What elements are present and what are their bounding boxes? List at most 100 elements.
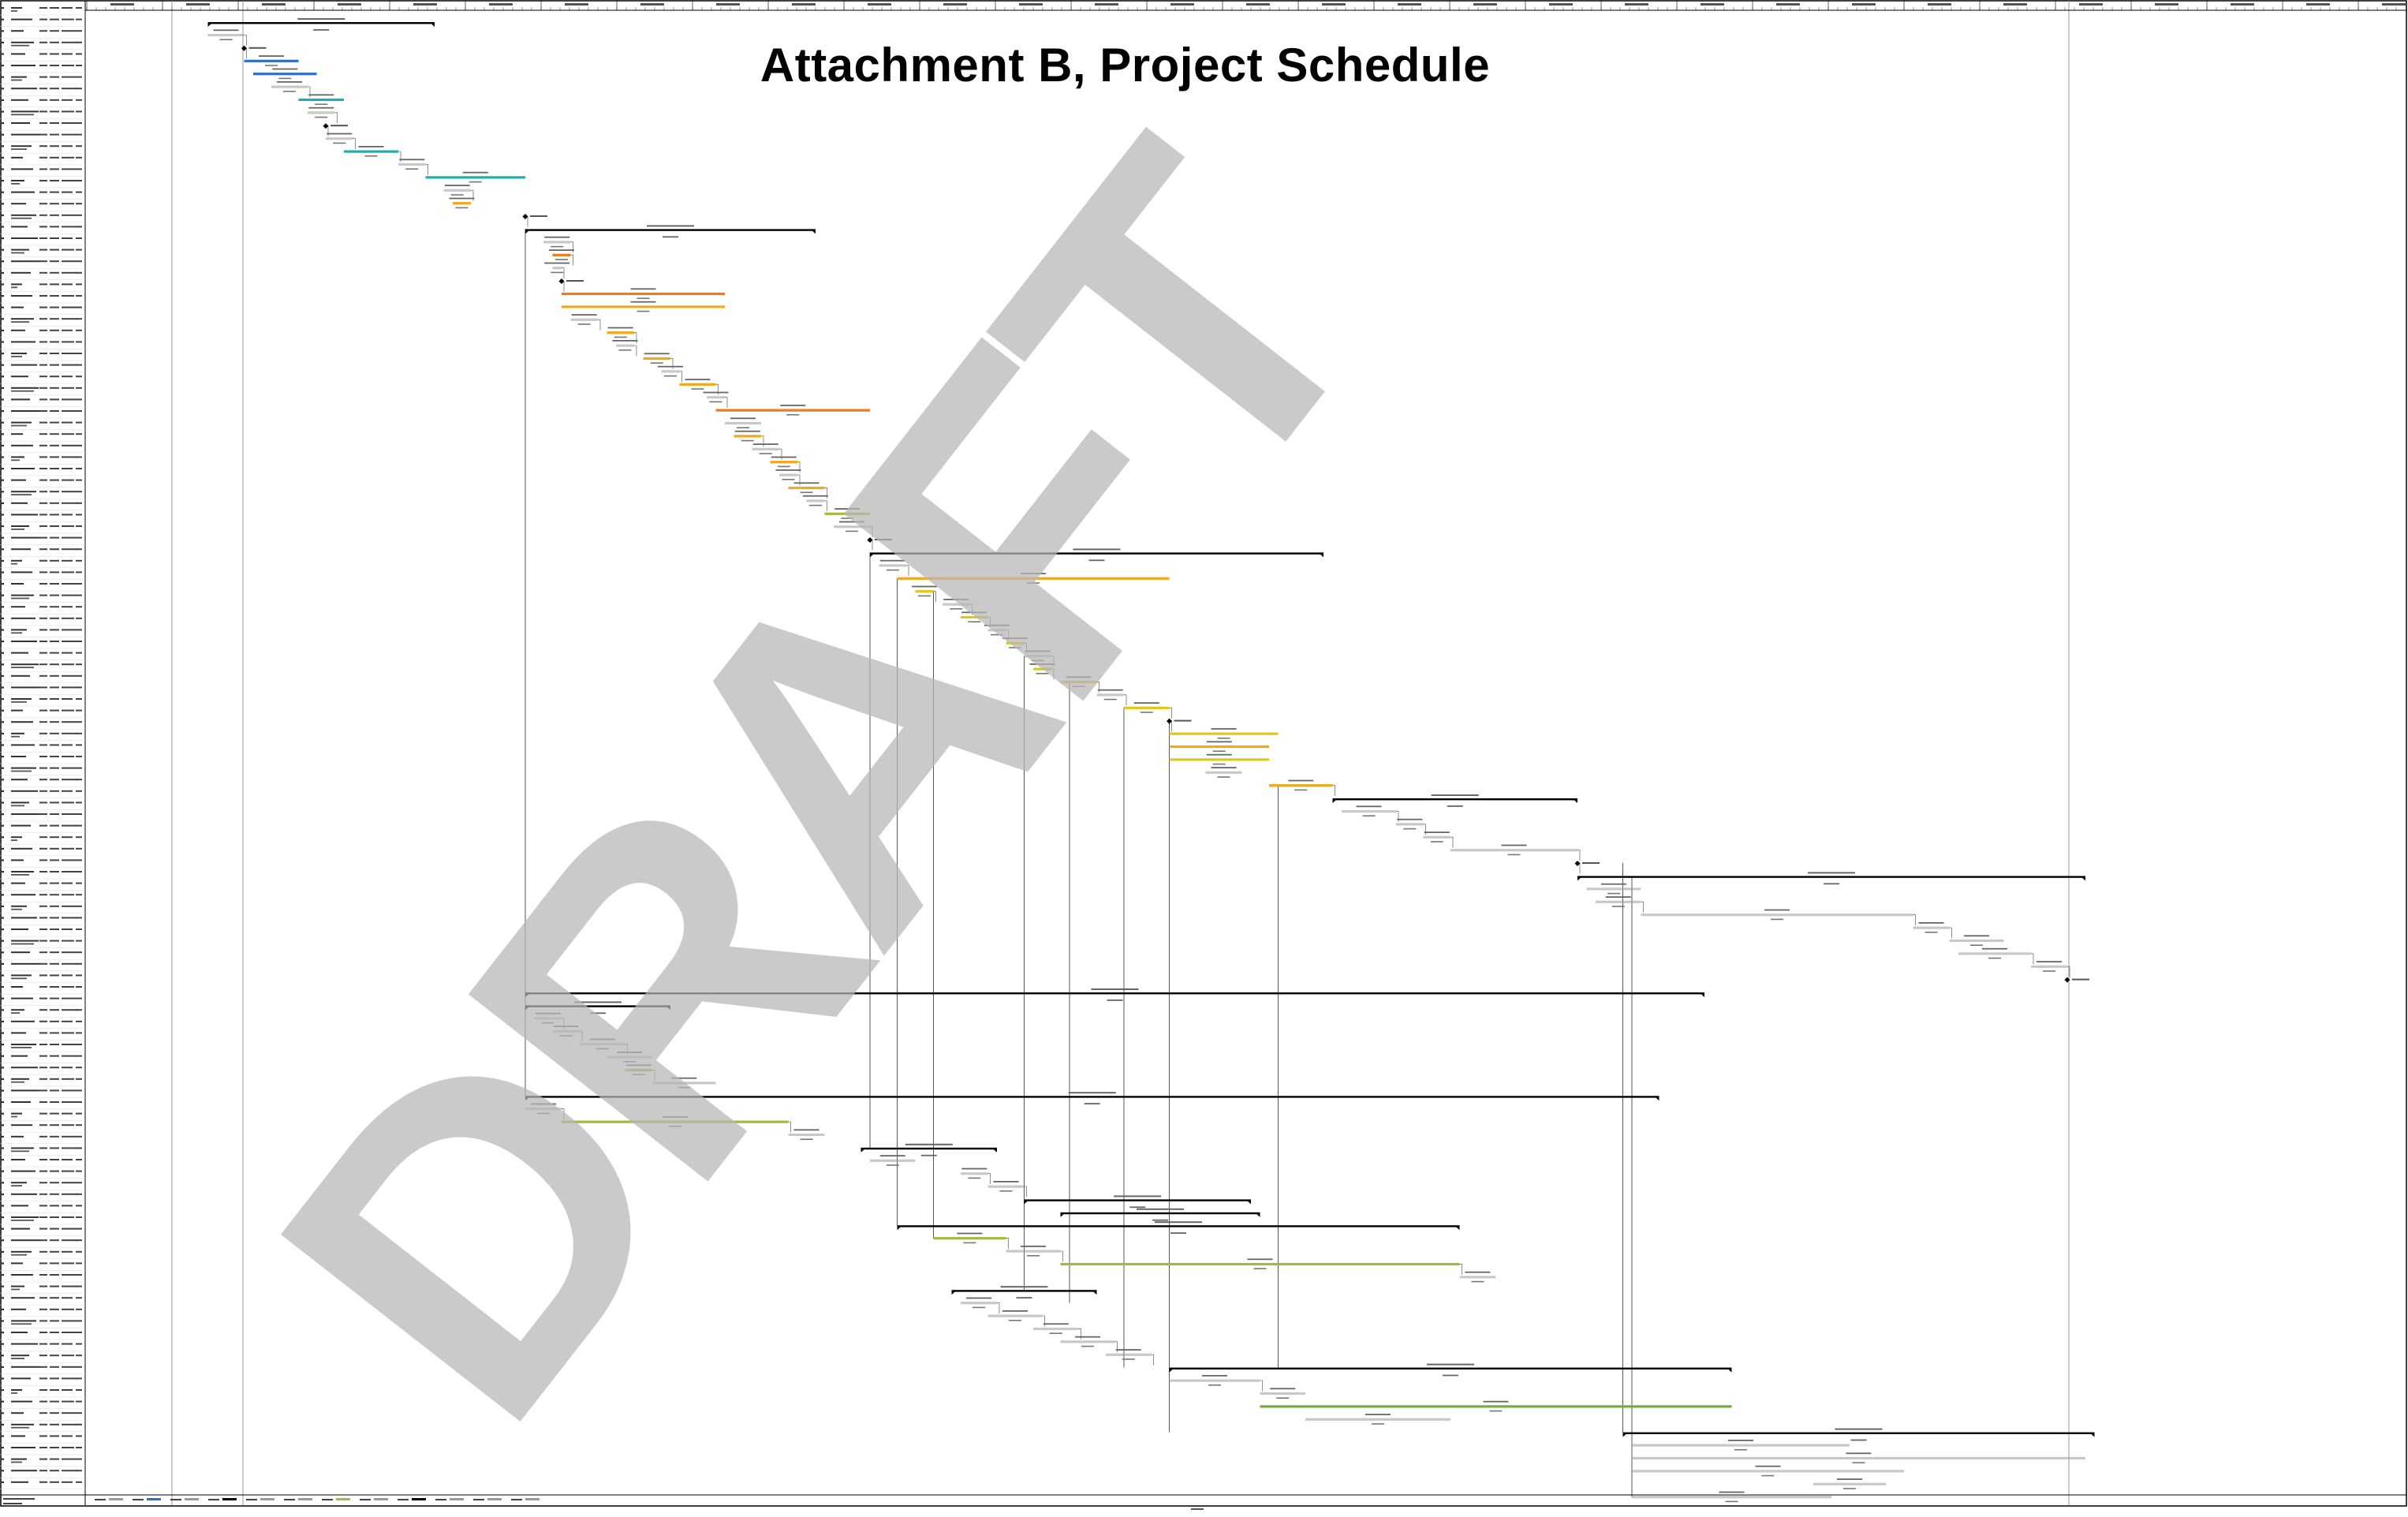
table-cell-name — [11, 701, 27, 703]
table-cell-mode — [39, 214, 47, 216]
bar-label — [1036, 673, 1049, 674]
table-cell-name — [11, 226, 28, 228]
table-cell-start — [62, 283, 73, 286]
table-cell-mode — [39, 583, 47, 585]
table-cell-start — [62, 514, 73, 516]
timescale-tick-label — [716, 3, 740, 6]
bar-label — [1088, 559, 1105, 562]
table-cell-start — [62, 145, 73, 148]
table-cell-mode — [39, 894, 47, 896]
table-cell-id — [2, 1447, 4, 1449]
table-cell-name — [11, 859, 24, 861]
table-cell-finish — [76, 974, 82, 977]
table-cell-mode — [39, 295, 47, 297]
table-cell-duration — [50, 122, 59, 124]
table-cell-mode — [39, 1044, 47, 1045]
dependency-link — [987, 617, 991, 628]
table-cell-finish — [76, 1020, 82, 1022]
table-cell-start — [62, 1227, 76, 1230]
table-cell-finish — [76, 583, 82, 585]
table-cell-mode — [39, 1020, 47, 1022]
table-cell-duration — [50, 433, 59, 435]
table-cell-id — [2, 1009, 4, 1011]
table-cell-finish — [76, 1216, 82, 1218]
table-cell-name — [11, 583, 24, 585]
table-cell-mode — [39, 1089, 47, 1092]
bar-label — [834, 508, 861, 510]
table-cell-name — [11, 7, 22, 9]
table-cell-finish — [76, 283, 82, 286]
bar-label — [809, 504, 822, 506]
milestone-diamond — [522, 214, 528, 219]
task-bar — [2031, 965, 2067, 968]
table-cell-finish — [76, 525, 82, 527]
table-cell-name — [11, 641, 37, 642]
table-cell-start — [62, 1193, 77, 1195]
bar-label — [1755, 1465, 1781, 1467]
table-cell-name — [11, 133, 40, 136]
table-cell-finish — [76, 790, 82, 792]
table-cell-name — [11, 597, 29, 600]
table-cell-id — [2, 917, 4, 919]
task-bar — [707, 396, 725, 399]
table-cell-id — [2, 674, 4, 677]
table-cell-name — [11, 836, 22, 839]
bar-label — [315, 103, 328, 105]
table-cell-id — [2, 1159, 4, 1161]
table-cell-duration — [50, 203, 59, 205]
bar-label — [630, 301, 656, 303]
table-cell-mode — [39, 732, 47, 734]
legend-project-info — [3, 1498, 35, 1500]
bar-label — [1217, 776, 1230, 778]
table-cell-duration — [50, 962, 59, 965]
table-cell-name — [11, 1332, 28, 1333]
dependency-link — [425, 164, 428, 175]
table-cell-mode — [39, 1182, 47, 1184]
table-cell-id — [2, 203, 4, 205]
table-cell-start — [62, 882, 73, 884]
bar-label — [2043, 970, 2055, 972]
table-cell-name — [11, 1285, 24, 1287]
bar-label — [1115, 1349, 1141, 1351]
table-cell-id — [2, 318, 4, 320]
table-cell-duration — [50, 168, 59, 170]
bar-label — [886, 569, 899, 571]
table-cell-start — [62, 940, 74, 942]
bar-label — [449, 197, 475, 200]
table-cell-start — [62, 1389, 73, 1391]
table-cell-finish — [76, 456, 82, 458]
bar-label — [559, 1035, 573, 1037]
table-cell-id — [2, 536, 4, 539]
table-cell-name — [11, 387, 39, 389]
timescale-tick-label — [565, 3, 588, 6]
table-cell-duration — [50, 491, 59, 493]
milestone-diamond — [558, 278, 565, 284]
table-cell-duration — [50, 986, 59, 988]
table-cell-name — [11, 847, 32, 850]
table-cell-id — [2, 847, 4, 850]
task-bar — [933, 1237, 1006, 1240]
table-cell-name — [11, 1081, 24, 1083]
table-cell-duration — [50, 940, 59, 942]
table-cell-mode — [39, 122, 47, 124]
table-cell-duration — [50, 571, 59, 574]
table-cell-id — [2, 180, 4, 182]
task-bar — [1396, 823, 1424, 826]
timescale-tick-label — [1019, 3, 1043, 6]
table-cell-duration — [50, 1032, 59, 1034]
table-cell-finish — [76, 801, 82, 804]
bar-label — [1925, 932, 1938, 933]
legend-swatch — [374, 1498, 388, 1500]
table-cell-name — [11, 1254, 27, 1256]
bar-label — [1372, 1423, 1384, 1425]
bar-label — [1734, 1449, 1747, 1451]
bar-label — [618, 349, 632, 351]
task-bar — [1060, 1340, 1115, 1343]
task-bar — [1060, 1262, 1460, 1266]
bar-label — [1970, 944, 1983, 946]
table-cell-start — [62, 1366, 76, 1368]
table-cell-name — [11, 1101, 31, 1103]
table-cell-finish — [76, 514, 82, 516]
table-cell-duration — [50, 663, 59, 666]
legend-swatch — [412, 1498, 426, 1500]
